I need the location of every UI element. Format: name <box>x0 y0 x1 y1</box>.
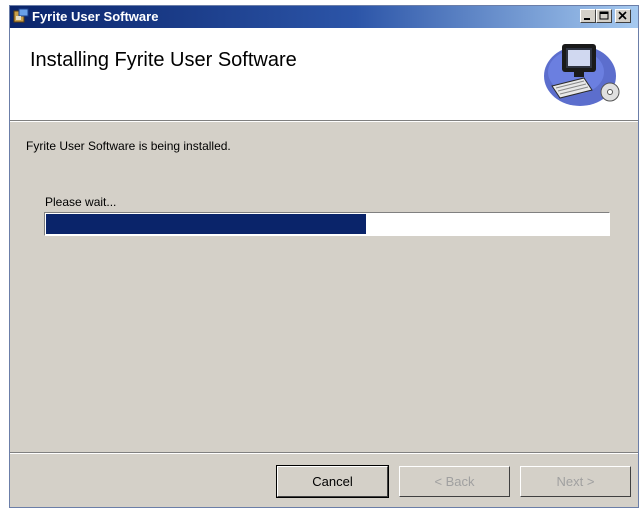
installer-icon <box>13 8 29 24</box>
progress-fill <box>46 214 367 234</box>
computer-setup-icon <box>540 34 622 110</box>
cancel-button[interactable]: Cancel <box>276 465 389 498</box>
header-banner: Installing Fyrite User Software <box>10 28 638 121</box>
window-title: Fyrite User Software <box>32 9 159 24</box>
close-button[interactable] <box>615 9 631 23</box>
page-title: Installing Fyrite User Software <box>30 49 297 71</box>
install-progress-bar <box>44 212 610 236</box>
install-status-text: Fyrite User Software is being installed. <box>26 139 231 153</box>
back-button[interactable]: < Back <box>399 466 510 497</box>
footer-divider-highlight <box>10 453 638 454</box>
header-divider <box>10 121 638 122</box>
minimize-icon <box>584 18 590 20</box>
title-bar[interactable]: Fyrite User Software <box>10 6 638 28</box>
wait-label: Please wait... <box>45 195 117 209</box>
next-button[interactable]: Next > <box>520 466 631 497</box>
installer-window: Fyrite User Software Installing Fyrite U… <box>9 5 639 508</box>
close-icon <box>618 11 627 20</box>
maximize-button[interactable] <box>596 9 612 23</box>
maximize-icon <box>599 11 609 20</box>
minimize-button[interactable] <box>580 9 596 23</box>
